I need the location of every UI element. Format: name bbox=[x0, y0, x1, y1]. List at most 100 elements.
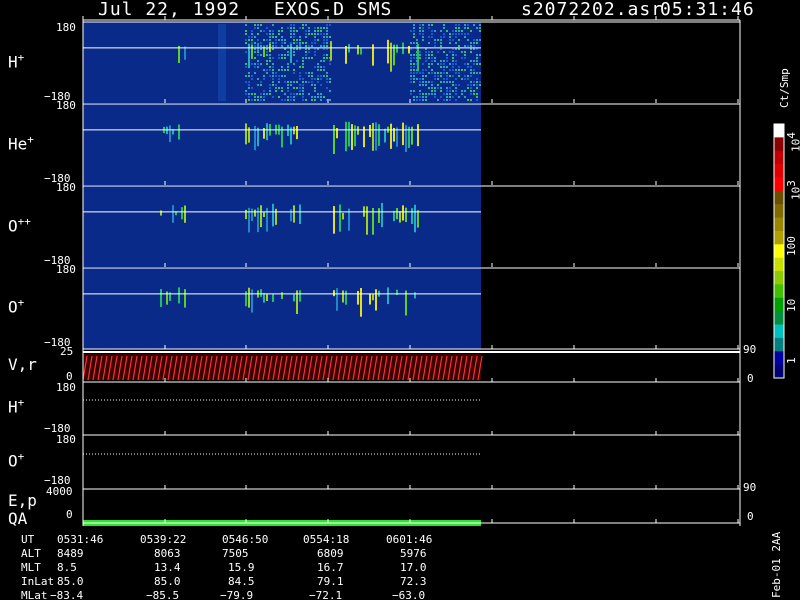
h-plus-panel-cell bbox=[326, 57, 328, 59]
h-plus-panel-cell bbox=[284, 69, 286, 71]
h-plus-panel-cell bbox=[419, 90, 421, 92]
h-plus-panel-cell bbox=[302, 87, 304, 89]
h-plus-panel-cell bbox=[287, 99, 289, 101]
h-plus-panel-cell bbox=[296, 60, 298, 62]
h-plus-panel-cell bbox=[440, 36, 442, 38]
h-plus-panel-cell bbox=[314, 66, 316, 68]
h-plus-panel-cell bbox=[296, 30, 298, 32]
h-plus-panel-cell bbox=[317, 75, 319, 77]
h-plus-panel-cell bbox=[473, 60, 475, 62]
h-plus-panel-cell bbox=[260, 42, 262, 44]
h-plus-panel-cell bbox=[302, 66, 304, 68]
h-plus-panel-cell bbox=[314, 33, 316, 35]
h-plus-panel-cell bbox=[251, 36, 253, 38]
h-plus-panel-cell bbox=[263, 96, 265, 98]
o-plus-panel-cell bbox=[357, 290, 359, 305]
o-plus-panel-cell bbox=[293, 294, 295, 302]
h-plus-panel-cell bbox=[330, 41, 332, 61]
he-plus-panel-cell bbox=[384, 128, 386, 143]
h-plus-panel-cell bbox=[308, 45, 310, 47]
inlat-value: 79.1 bbox=[317, 575, 344, 588]
h-plus-panel-cell bbox=[317, 39, 319, 41]
h-plus-panel-cell bbox=[251, 87, 253, 89]
h-plus-panel-cell bbox=[452, 84, 454, 86]
h-plus-panel-cell bbox=[320, 93, 322, 95]
h-plus-panel-cell bbox=[458, 30, 460, 32]
h-plus-panel-cell bbox=[269, 57, 271, 59]
h-plus-panel-cell bbox=[464, 57, 466, 59]
right-tick-vr-bottom: 0 bbox=[747, 372, 754, 385]
h-plus-panel-cell bbox=[326, 87, 328, 89]
h-plus-panel-cell bbox=[329, 36, 331, 38]
h-plus-panel-cell bbox=[293, 30, 295, 32]
o-plus-panel-cell bbox=[387, 287, 389, 305]
h-plus-panel-cell bbox=[458, 96, 460, 98]
h-plus-panel-cell bbox=[323, 39, 325, 41]
h-plus-panel-cell bbox=[473, 72, 475, 74]
h-plus-panel-cell bbox=[434, 72, 436, 74]
alt-value: 8489 bbox=[57, 547, 84, 560]
h-plus-panel-cell bbox=[419, 84, 421, 86]
h-plus-panel-cell bbox=[431, 81, 433, 83]
h-plus-panel-cell bbox=[446, 93, 448, 95]
h-plus-panel-cell bbox=[431, 84, 433, 86]
h-plus-panel-cell bbox=[470, 72, 472, 74]
h-plus-panel-cell bbox=[461, 78, 463, 80]
tick-ep-top: 4000 bbox=[46, 485, 73, 498]
he-plus-panel-cell bbox=[351, 124, 353, 150]
h-plus-panel-cell bbox=[443, 93, 445, 95]
h-plus-panel-cell bbox=[476, 84, 478, 86]
h-plus-panel-cell bbox=[470, 90, 472, 92]
h-plus-panel-cell bbox=[257, 60, 259, 62]
h-plus-panel-cell bbox=[248, 39, 250, 41]
h-plus-panel-cell bbox=[314, 78, 316, 80]
h-plus-panel-cell bbox=[254, 36, 256, 38]
h-plus-panel-cell bbox=[422, 33, 424, 35]
h-plus-panel-cell bbox=[245, 39, 247, 41]
h-plus-panel-cell bbox=[266, 69, 268, 71]
h-plus-panel-cell bbox=[305, 33, 307, 35]
o-pp-panel-cell bbox=[260, 205, 262, 228]
h-plus-panel-cell bbox=[311, 78, 313, 80]
h-plus-panel-cell bbox=[440, 45, 442, 47]
h-plus-panel-cell bbox=[455, 78, 457, 80]
h-plus-panel-cell bbox=[287, 96, 289, 98]
h-plus-panel-cell bbox=[326, 54, 328, 56]
h-plus-panel-cell bbox=[293, 33, 295, 35]
h-plus-panel-cell bbox=[428, 42, 430, 44]
h-plus-panel-cell bbox=[287, 81, 289, 83]
h-plus-panel-cell bbox=[308, 75, 310, 77]
h-plus-panel-cell bbox=[320, 66, 322, 68]
h-plus-panel-cell bbox=[425, 51, 427, 53]
h-plus-panel-cell bbox=[266, 72, 268, 74]
h-plus-panel-cell bbox=[467, 66, 469, 68]
h-plus-panel-cell bbox=[248, 72, 250, 74]
he-plus-panel-cell bbox=[417, 124, 419, 147]
h-plus-panel-cell bbox=[455, 27, 457, 29]
he-plus-panel-cell bbox=[266, 123, 268, 141]
h-plus-panel-cell bbox=[314, 87, 316, 89]
h-plus-panel-cell bbox=[245, 30, 247, 32]
h-plus-panel-cell bbox=[257, 33, 259, 35]
he-plus-panel-cell bbox=[169, 125, 171, 143]
h-plus-panel-cell bbox=[452, 81, 454, 83]
o-pp-panel-cell bbox=[263, 212, 265, 217]
h-plus-panel-cell bbox=[254, 99, 256, 101]
h-plus-panel-cell bbox=[248, 36, 250, 38]
h-plus-panel-cell bbox=[305, 57, 307, 59]
h-plus-panel-cell bbox=[266, 60, 268, 62]
mlt-value: 8.5 bbox=[57, 561, 77, 574]
h-plus-panel-cell bbox=[284, 39, 286, 41]
h-plus-panel-cell bbox=[296, 45, 298, 47]
h-plus-panel-cell bbox=[440, 87, 442, 89]
h-plus-panel-cell bbox=[476, 42, 478, 44]
h-plus-panel-cell bbox=[272, 45, 274, 47]
h-plus-panel-cell bbox=[299, 84, 301, 86]
h-plus-panel-cell bbox=[452, 51, 454, 53]
h-plus-panel-cell bbox=[458, 39, 460, 41]
h-plus-panel-cell bbox=[449, 81, 451, 83]
h-plus-panel-cell bbox=[278, 75, 280, 77]
he-plus-panel-cell bbox=[354, 125, 356, 147]
h-plus-panel-cell bbox=[299, 93, 301, 95]
h-plus-panel-cell bbox=[455, 60, 457, 62]
